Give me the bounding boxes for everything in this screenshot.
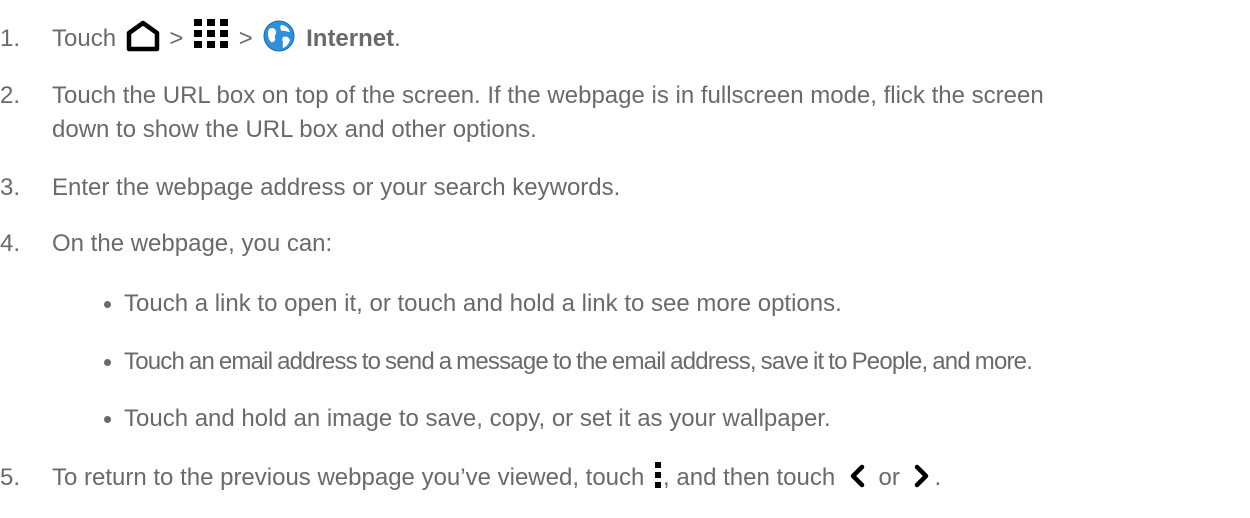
step-number: 4. [0, 230, 21, 257]
bullet-dot [104, 416, 111, 423]
apps-grid-icon [194, 18, 229, 49]
bullet-dot [104, 359, 111, 366]
step-text-line-2: down to show the URL box and other optio… [52, 116, 537, 143]
step-number: 3. [0, 174, 21, 201]
list-item-text: Touch and hold an image to save, copy, o… [124, 405, 831, 432]
step-text-line-1: Touch the URL box on top of the screen. … [52, 82, 1044, 109]
home-icon [125, 20, 161, 52]
step-text-suffix: . [394, 25, 401, 52]
step-text-mid: , and then touch [663, 464, 836, 491]
bullet-dot [104, 301, 111, 308]
step-text: Enter the webpage address or your search… [52, 174, 621, 201]
conjunction: or [878, 464, 900, 491]
step-text: Touch > > Internet. [52, 18, 401, 56]
chevron-right-icon [913, 464, 931, 488]
step-text-prefix: To return to the previous webpage you’ve… [52, 464, 645, 491]
app-name: Internet [306, 25, 395, 52]
step-text-prefix: Touch [52, 25, 117, 52]
menu-icon [654, 461, 662, 489]
globe-icon [263, 20, 295, 52]
step-number: 1. [0, 25, 21, 52]
list-item-text: Touch a link to open it, or touch and ho… [124, 290, 842, 317]
step-text: To return to the previous webpage you’ve… [52, 461, 941, 495]
step-text: On the webpage, you can: [52, 230, 333, 257]
chevron-left-icon [848, 464, 866, 488]
step-text-suffix: . [934, 464, 942, 491]
list-item-text: Touch an email address to send a message… [124, 348, 1033, 375]
step-number: 2. [0, 82, 21, 109]
separator: > [169, 25, 184, 52]
step-number: 5. [0, 464, 21, 491]
separator: > [238, 25, 253, 52]
